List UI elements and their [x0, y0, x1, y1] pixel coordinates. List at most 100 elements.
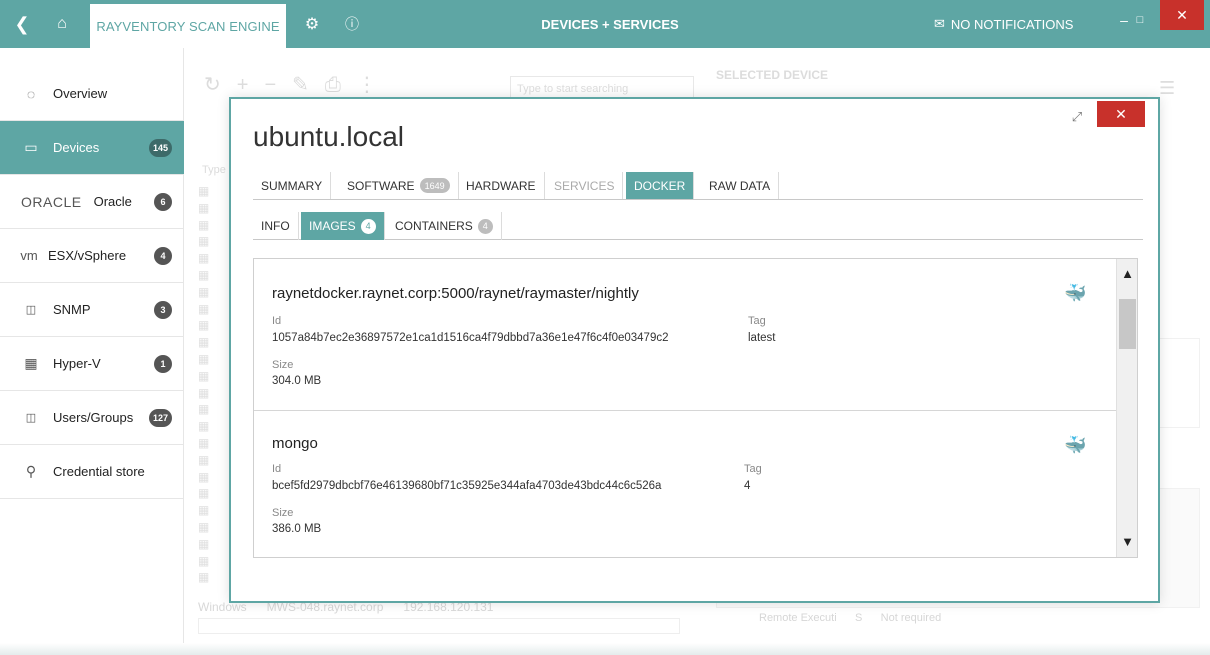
docker-subtabs: INFO IMAGES 4 CONTAINERS 4 — [253, 212, 1143, 240]
window-title: DEVICES + SERVICES — [541, 16, 679, 32]
id-value: bcef5fd2979dbcbf76e46139680bf71c35925e34… — [272, 480, 662, 492]
tab-label: CONTAINERS — [395, 219, 473, 233]
device-dialog: ⤢ ✕ ubuntu.local SUMMARY SOFTWARE 1649 HA… — [229, 97, 1160, 603]
count-badge: 4 — [360, 218, 376, 234]
monitor-icon: ▭ — [24, 139, 38, 155]
tab-label: INFO — [261, 219, 290, 233]
sidebar-item-label: SNMP — [53, 302, 91, 317]
tab-raw-data[interactable]: RAW DATA — [701, 172, 780, 199]
info-icon[interactable]: ⓘ — [340, 0, 364, 48]
network-icon: ◫ — [25, 412, 37, 424]
sidebar-item-label: Users/Groups — [53, 410, 134, 425]
tab-label: SOFTWARE — [347, 178, 415, 193]
title-bar: ❮ ⌂ RAYVENTORY SCAN ENGINE ⚙ ⓘ DEVICES +… — [0, 0, 1210, 48]
sidebar-item-label: Devices — [53, 140, 100, 155]
sidebar-item-label: Credential store — [53, 464, 145, 479]
tab-label: DOCKER — [634, 178, 686, 193]
tab-label: IMAGES — [309, 219, 356, 233]
sidebar-item-label: Hyper-V — [53, 356, 101, 371]
tab-images[interactable]: IMAGES 4 — [301, 212, 385, 240]
vertical-scrollbar[interactable]: ▲ ▼ — [1116, 259, 1137, 557]
tag-value: latest — [748, 332, 776, 344]
size-label: Size — [272, 507, 294, 519]
gear-icon[interactable]: ⚙ — [300, 0, 324, 48]
sidebar-item-label: Overview — [53, 86, 108, 101]
images-list: raynetdocker.raynet.corp:5000/raynet/ray… — [253, 258, 1138, 558]
window-close-button[interactable]: ✕ — [1160, 0, 1204, 30]
size-label: Size — [272, 359, 294, 371]
tab-label: SUMMARY — [261, 178, 323, 193]
tab-info[interactable]: INFO — [253, 212, 299, 240]
tab-label: SERVICES — [554, 178, 615, 193]
sidebar-item-label: Oracle — [93, 194, 132, 209]
tab-summary[interactable]: SUMMARY — [253, 172, 332, 199]
size-value: 386.0 MB — [272, 523, 322, 535]
docker-icon: 🐳 — [1064, 435, 1087, 455]
tab-label: HARDWARE — [466, 178, 536, 193]
selected-device-heading: SELECTED DEVICE — [716, 68, 829, 82]
notifications-label: NO NOTIFICATIONS — [950, 16, 1074, 32]
maximize-icon[interactable]: □ — [1130, 0, 1150, 44]
list-item[interactable]: mongo 🐳 Id bcef5fd2979dbcbf76e46139680bf… — [254, 411, 1116, 557]
windows-icon: ▦ — [24, 355, 38, 371]
count-badge: 6 — [154, 193, 172, 211]
tab-containers[interactable]: CONTAINERS 4 — [387, 212, 502, 240]
tab-docker[interactable]: DOCKER — [626, 172, 695, 199]
horizontal-scrollbar[interactable] — [198, 618, 680, 634]
id-label: Id — [272, 463, 282, 475]
sidebar-item-esx-vsphere[interactable]: vm ESX/vSphere 4 — [0, 229, 184, 283]
key-icon: ⚲ — [25, 463, 37, 479]
tag-label: Tag — [748, 315, 766, 327]
tag-value: 4 — [744, 480, 751, 492]
sidebar-item-oracle[interactable]: ORACLE Oracle 6 — [0, 175, 184, 229]
docker-icon: 🐳 — [1064, 283, 1087, 303]
notifications-button[interactable]: ✉ NO NOTIFICATIONS — [934, 0, 1104, 48]
device-rows: ▦ ▦ ▦ ▦ ▦ ▦ ▦ ▦ ▦ ▦ ▦ ▦ ▦ ▦ ▦ ▦ ▦ ▦ ▦ ▦ ▦ ▦ ▦ ▦ — [198, 184, 210, 585]
sidebar-item-snmp[interactable]: ◫ SNMP 3 — [0, 283, 184, 337]
network-icon: ◫ — [25, 304, 37, 316]
count-badge: 145 — [148, 139, 172, 157]
envelope-icon: ✉ — [934, 16, 945, 31]
tab-services[interactable]: SERVICES — [546, 172, 624, 199]
sidebar-item-devices[interactable]: ▭ Devices 145 — [0, 121, 184, 175]
chevron-up-icon[interactable]: ▲ — [1117, 261, 1137, 285]
size-value: 304.0 MB — [272, 375, 322, 387]
sidebar-item-overview[interactable]: ◌ Overview — [0, 67, 184, 121]
count-badge: 127 — [148, 409, 172, 427]
sidebar: ◌ Overview ▭ Devices 145 ORACLE Oracle 6… — [0, 48, 184, 648]
type-column-header: Type — [202, 164, 226, 176]
menu-icon[interactable]: ☰ — [1159, 78, 1175, 99]
expand-icon[interactable]: ⤢ — [1067, 107, 1087, 127]
back-icon[interactable]: ❮ — [10, 0, 34, 48]
id-label: Id — [272, 315, 282, 327]
count-badge: 1 — [154, 355, 172, 373]
list-item[interactable]: raynetdocker.raynet.corp:5000/raynet/ray… — [254, 259, 1116, 411]
app-tab-label: RAYVENTORY SCAN ENGINE — [96, 18, 280, 34]
sidebar-item-credential-store[interactable]: ⚲ Credential store — [0, 445, 184, 499]
count-badge: 4 — [154, 247, 172, 265]
tab-hardware[interactable]: HARDWARE — [458, 172, 545, 199]
chevron-down-icon[interactable]: ▼ — [1117, 529, 1137, 553]
sidebar-item-hyper-v[interactable]: ▦ Hyper-V 1 — [0, 337, 184, 391]
count-badge: 1649 — [419, 178, 450, 193]
tag-label: Tag — [744, 463, 762, 475]
image-name: mongo — [272, 435, 318, 452]
remote-execution-text: Remote Executi S Not required — [759, 612, 942, 624]
image-name: raynetdocker.raynet.corp:5000/raynet/ray… — [272, 285, 639, 302]
dialog-title: ubuntu.local — [253, 121, 405, 152]
sidebar-item-label: ESX/vSphere — [48, 248, 127, 263]
toolbar-icons: ↻+−✎⎙⋮ — [204, 74, 393, 96]
scrollbar-thumb[interactable] — [1119, 299, 1136, 349]
tab-software[interactable]: SOFTWARE 1649 — [339, 172, 459, 199]
bottom-shade — [0, 643, 1210, 655]
main-tabs: SUMMARY SOFTWARE 1649 HARDWARE SERVICES D… — [253, 172, 1143, 200]
overview-icon: ◌ — [26, 85, 36, 102]
sidebar-item-users-groups[interactable]: ◫ Users/Groups 127 — [0, 391, 184, 445]
id-value: 1057a84b7ec2e36897572e1ca1d1516ca4f79dbb… — [272, 332, 669, 344]
home-icon[interactable]: ⌂ — [50, 0, 74, 48]
tab-label: RAW DATA — [709, 178, 771, 193]
dialog-close-button[interactable]: ✕ — [1097, 101, 1145, 127]
app-tab[interactable]: RAYVENTORY SCAN ENGINE — [90, 4, 286, 48]
count-badge: 4 — [477, 218, 493, 234]
count-badge: 3 — [154, 301, 172, 319]
